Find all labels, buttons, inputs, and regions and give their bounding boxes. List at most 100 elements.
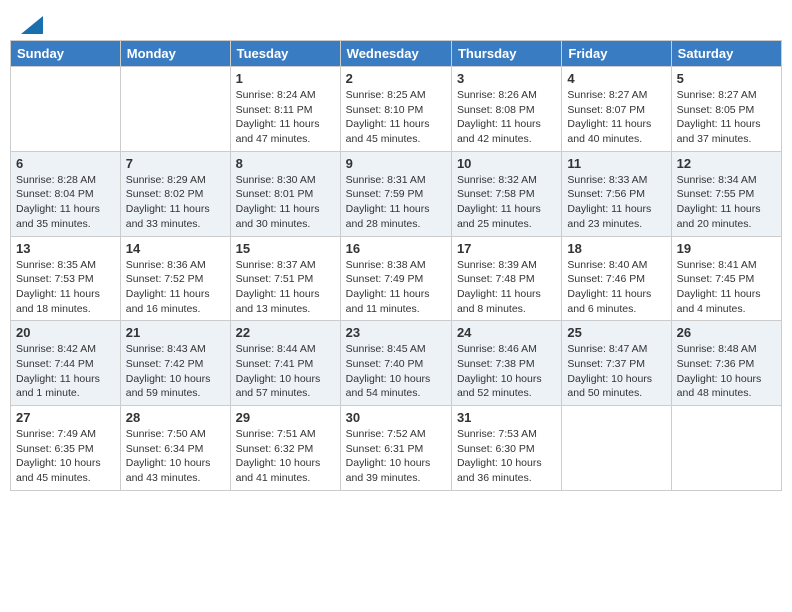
- calendar-cell: 25 Sunrise: 8:47 AMSunset: 7:37 PMDayligh…: [562, 321, 671, 406]
- day-info: Sunrise: 8:36 AMSunset: 7:52 PMDaylight:…: [126, 258, 225, 317]
- day-number: 13: [16, 241, 115, 256]
- calendar-cell: 2 Sunrise: 8:25 AMSunset: 8:10 PMDaylight…: [340, 67, 451, 152]
- day-info: Sunrise: 8:34 AMSunset: 7:55 PMDaylight:…: [677, 173, 776, 232]
- day-number: 12: [677, 156, 776, 171]
- page-header: [10, 10, 782, 34]
- calendar-cell: 16 Sunrise: 8:38 AMSunset: 7:49 PMDayligh…: [340, 236, 451, 321]
- calendar-week-row: 6 Sunrise: 8:28 AMSunset: 8:04 PMDaylight…: [11, 151, 782, 236]
- weekday-header-tuesday: Tuesday: [230, 41, 340, 67]
- day-number: 1: [236, 71, 335, 86]
- calendar-cell: 12 Sunrise: 8:34 AMSunset: 7:55 PMDayligh…: [671, 151, 781, 236]
- day-number: 26: [677, 325, 776, 340]
- calendar-cell: 29Sunrise: 7:51 AMSunset: 6:32 PMDayligh…: [230, 406, 340, 491]
- calendar-cell: 22 Sunrise: 8:44 AMSunset: 7:41 PMDayligh…: [230, 321, 340, 406]
- day-number: 2: [346, 71, 446, 86]
- calendar-cell: 17Sunrise: 8:39 AMSunset: 7:48 PMDayligh…: [451, 236, 561, 321]
- day-number: 25: [567, 325, 665, 340]
- day-number: 14: [126, 241, 225, 256]
- day-number: 27: [16, 410, 115, 425]
- calendar-cell: 14 Sunrise: 8:36 AMSunset: 7:52 PMDayligh…: [120, 236, 230, 321]
- calendar-cell: [11, 67, 121, 152]
- day-info: Sunrise: 7:52 AMSunset: 6:31 PMDaylight:…: [346, 427, 446, 486]
- day-info: Sunrise: 8:37 AMSunset: 7:51 PMDaylight:…: [236, 258, 335, 317]
- calendar-cell: 18 Sunrise: 8:40 AMSunset: 7:46 PMDayligh…: [562, 236, 671, 321]
- weekday-header-row: SundayMondayTuesdayWednesdayThursdayFrid…: [11, 41, 782, 67]
- day-info: Sunrise: 7:50 AMSunset: 6:34 PMDaylight:…: [126, 427, 225, 486]
- calendar-cell: 8Sunrise: 8:30 AMSunset: 8:01 PMDaylight…: [230, 151, 340, 236]
- calendar-week-row: 27 Sunrise: 7:49 AMSunset: 6:35 PMDayligh…: [11, 406, 782, 491]
- calendar-cell: 19 Sunrise: 8:41 AMSunset: 7:45 PMDayligh…: [671, 236, 781, 321]
- calendar-cell: 31 Sunrise: 7:53 AMSunset: 6:30 PMDayligh…: [451, 406, 561, 491]
- calendar-cell: [120, 67, 230, 152]
- calendar-week-row: 20Sunrise: 8:42 AMSunset: 7:44 PMDayligh…: [11, 321, 782, 406]
- calendar-cell: 26 Sunrise: 8:48 AMSunset: 7:36 PMDayligh…: [671, 321, 781, 406]
- day-info: Sunrise: 8:44 AMSunset: 7:41 PMDaylight:…: [236, 342, 335, 401]
- calendar-cell: 10 Sunrise: 8:32 AMSunset: 7:58 PMDayligh…: [451, 151, 561, 236]
- day-info: Sunrise: 8:31 AMSunset: 7:59 PMDaylight:…: [346, 173, 446, 232]
- calendar-week-row: 1 Sunrise: 8:24 AMSunset: 8:11 PMDaylight…: [11, 67, 782, 152]
- day-info: Sunrise: 8:27 AMSunset: 8:07 PMDaylight:…: [567, 88, 665, 147]
- day-info: Sunrise: 8:26 AMSunset: 8:08 PMDaylight:…: [457, 88, 556, 147]
- day-number: 16: [346, 241, 446, 256]
- day-info: Sunrise: 8:39 AMSunset: 7:48 PMDaylight:…: [457, 258, 556, 317]
- calendar-cell: 20Sunrise: 8:42 AMSunset: 7:44 PMDayligh…: [11, 321, 121, 406]
- day-info: Sunrise: 8:41 AMSunset: 7:45 PMDaylight:…: [677, 258, 776, 317]
- day-number: 6: [16, 156, 115, 171]
- day-number: 15: [236, 241, 335, 256]
- day-info: Sunrise: 8:43 AMSunset: 7:42 PMDaylight:…: [126, 342, 225, 401]
- day-number: 19: [677, 241, 776, 256]
- day-info: Sunrise: 8:40 AMSunset: 7:46 PMDaylight:…: [567, 258, 665, 317]
- day-info: Sunrise: 8:47 AMSunset: 7:37 PMDaylight:…: [567, 342, 665, 401]
- day-info: Sunrise: 8:38 AMSunset: 7:49 PMDaylight:…: [346, 258, 446, 317]
- calendar-cell: 13 Sunrise: 8:35 AMSunset: 7:53 PMDayligh…: [11, 236, 121, 321]
- logo: [20, 18, 43, 30]
- day-info: Sunrise: 7:49 AMSunset: 6:35 PMDaylight:…: [16, 427, 115, 486]
- day-number: 21: [126, 325, 225, 340]
- day-number: 22: [236, 325, 335, 340]
- calendar-cell: 28Sunrise: 7:50 AMSunset: 6:34 PMDayligh…: [120, 406, 230, 491]
- day-info: Sunrise: 8:42 AMSunset: 7:44 PMDaylight:…: [16, 342, 115, 401]
- calendar-table: SundayMondayTuesdayWednesdayThursdayFrid…: [10, 40, 782, 491]
- calendar-cell: 24 Sunrise: 8:46 AMSunset: 7:38 PMDayligh…: [451, 321, 561, 406]
- day-number: 24: [457, 325, 556, 340]
- calendar-cell: 5Sunrise: 8:27 AMSunset: 8:05 PMDaylight…: [671, 67, 781, 152]
- day-info: Sunrise: 7:53 AMSunset: 6:30 PMDaylight:…: [457, 427, 556, 486]
- weekday-header-monday: Monday: [120, 41, 230, 67]
- calendar-cell: 9 Sunrise: 8:31 AMSunset: 7:59 PMDaylight…: [340, 151, 451, 236]
- calendar-week-row: 13 Sunrise: 8:35 AMSunset: 7:53 PMDayligh…: [11, 236, 782, 321]
- day-number: 23: [346, 325, 446, 340]
- day-info: Sunrise: 8:35 AMSunset: 7:53 PMDaylight:…: [16, 258, 115, 317]
- day-number: 18: [567, 241, 665, 256]
- calendar-cell: 3Sunrise: 8:26 AMSunset: 8:08 PMDaylight…: [451, 67, 561, 152]
- weekday-header-friday: Friday: [562, 41, 671, 67]
- day-info: Sunrise: 8:27 AMSunset: 8:05 PMDaylight:…: [677, 88, 776, 147]
- weekday-header-sunday: Sunday: [11, 41, 121, 67]
- calendar-cell: 30Sunrise: 7:52 AMSunset: 6:31 PMDayligh…: [340, 406, 451, 491]
- day-number: 9: [346, 156, 446, 171]
- calendar-cell: 4 Sunrise: 8:27 AMSunset: 8:07 PMDaylight…: [562, 67, 671, 152]
- day-info: Sunrise: 7:51 AMSunset: 6:32 PMDaylight:…: [236, 427, 335, 486]
- weekday-header-wednesday: Wednesday: [340, 41, 451, 67]
- day-info: Sunrise: 8:45 AMSunset: 7:40 PMDaylight:…: [346, 342, 446, 401]
- weekday-header-saturday: Saturday: [671, 41, 781, 67]
- day-info: Sunrise: 8:25 AMSunset: 8:10 PMDaylight:…: [346, 88, 446, 147]
- calendar-cell: [562, 406, 671, 491]
- day-number: 7: [126, 156, 225, 171]
- calendar-cell: 7Sunrise: 8:29 AMSunset: 8:02 PMDaylight…: [120, 151, 230, 236]
- day-info: Sunrise: 8:32 AMSunset: 7:58 PMDaylight:…: [457, 173, 556, 232]
- day-number: 10: [457, 156, 556, 171]
- calendar-cell: [671, 406, 781, 491]
- calendar-cell: 23 Sunrise: 8:45 AMSunset: 7:40 PMDayligh…: [340, 321, 451, 406]
- logo-icon: [21, 16, 43, 34]
- day-info: Sunrise: 8:46 AMSunset: 7:38 PMDaylight:…: [457, 342, 556, 401]
- day-number: 4: [567, 71, 665, 86]
- day-info: Sunrise: 8:28 AMSunset: 8:04 PMDaylight:…: [16, 173, 115, 232]
- calendar-cell: 1 Sunrise: 8:24 AMSunset: 8:11 PMDaylight…: [230, 67, 340, 152]
- calendar-cell: 6 Sunrise: 8:28 AMSunset: 8:04 PMDaylight…: [11, 151, 121, 236]
- day-number: 31: [457, 410, 556, 425]
- weekday-header-thursday: Thursday: [451, 41, 561, 67]
- day-info: Sunrise: 8:24 AMSunset: 8:11 PMDaylight:…: [236, 88, 335, 147]
- day-info: Sunrise: 8:48 AMSunset: 7:36 PMDaylight:…: [677, 342, 776, 401]
- calendar-cell: 21 Sunrise: 8:43 AMSunset: 7:42 PMDayligh…: [120, 321, 230, 406]
- calendar-cell: 11Sunrise: 8:33 AMSunset: 7:56 PMDayligh…: [562, 151, 671, 236]
